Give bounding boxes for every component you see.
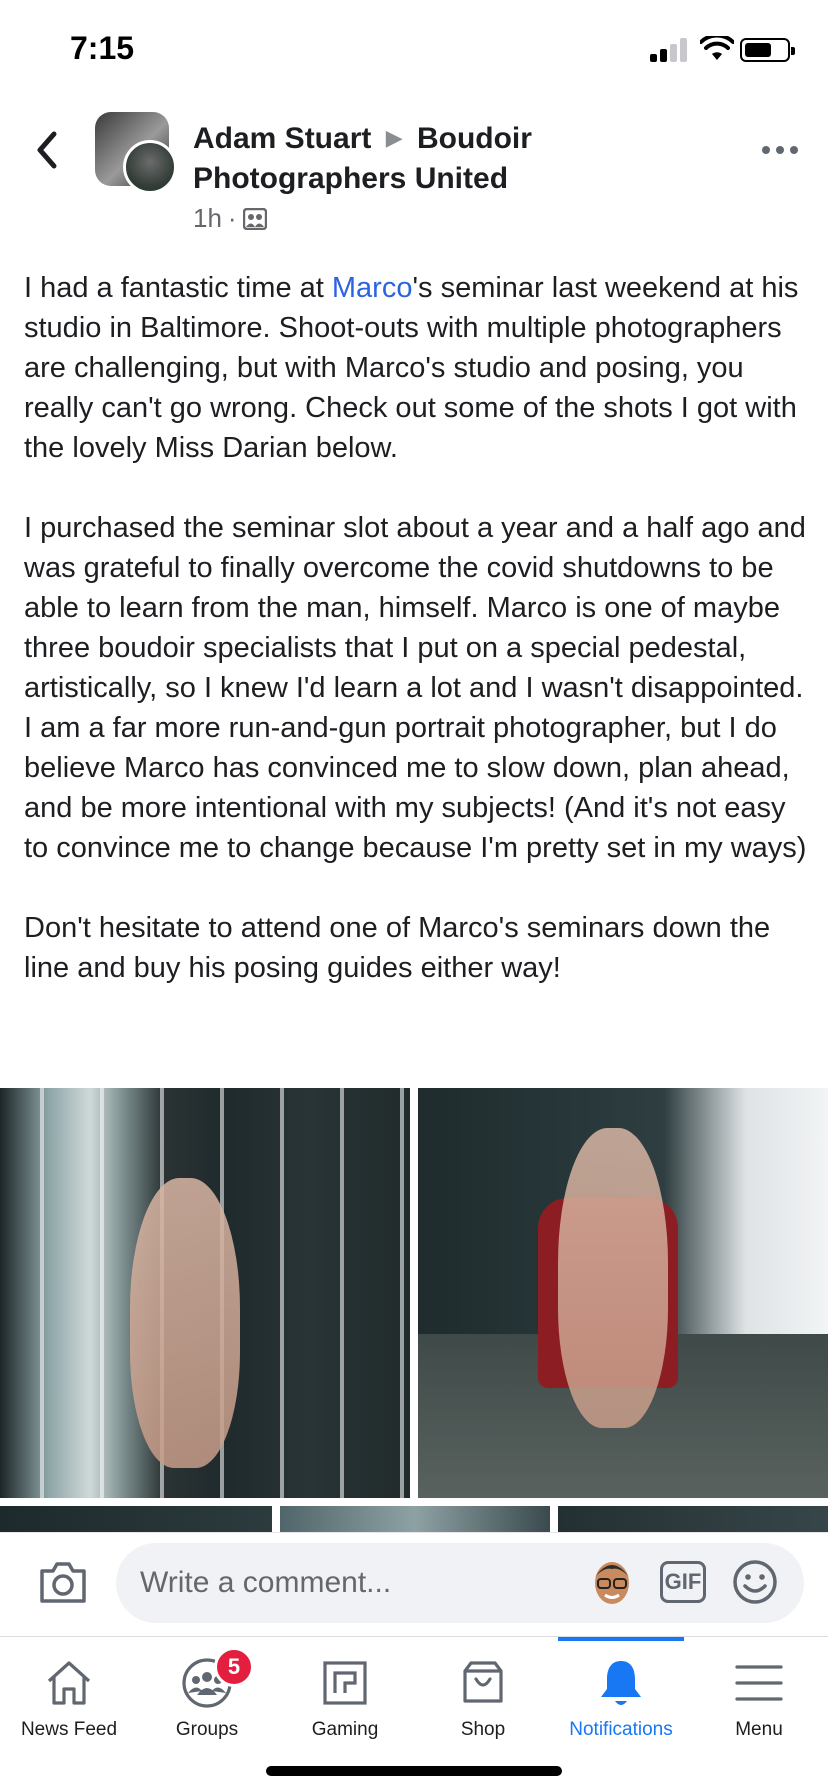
nav-menu[interactable]: Menu xyxy=(690,1637,828,1757)
post-header-names: Adam Stuart ▶ Boudoir Photographers Unit… xyxy=(193,118,593,199)
battery-icon xyxy=(740,38,795,62)
author-avatar[interactable] xyxy=(123,140,177,194)
nav-label: Notifications xyxy=(569,1719,673,1740)
shop-icon xyxy=(463,1661,503,1703)
more-options-icon[interactable] xyxy=(760,140,800,160)
menu-icon xyxy=(735,1665,783,1701)
nav-groups[interactable]: 5 Groups xyxy=(138,1637,276,1757)
post-photo[interactable] xyxy=(418,1088,828,1498)
nav-notifications[interactable]: Notifications xyxy=(552,1637,690,1757)
mention-link[interactable]: Marco xyxy=(332,272,413,304)
post-photo[interactable] xyxy=(0,1088,410,1498)
back-arrow-icon[interactable] xyxy=(30,130,66,170)
post-paragraph: Don't hesitate to attend one of Marco's … xyxy=(24,912,771,984)
nav-gaming[interactable]: Gaming xyxy=(276,1637,414,1757)
cellular-signal-icon xyxy=(650,38,690,62)
author-name[interactable]: Adam Stuart xyxy=(193,122,371,155)
home-icon xyxy=(47,1661,91,1705)
status-bar: 7:15 xyxy=(0,0,828,100)
post-paragraph: I had a fantastic time at Marco's semina… xyxy=(24,272,799,464)
triangle-right-icon: ▶ xyxy=(385,125,403,150)
nav-label: News Feed xyxy=(20,1719,118,1740)
post-photo[interactable] xyxy=(558,1506,828,1532)
nav-shop[interactable]: Shop xyxy=(414,1637,552,1757)
post-paragraph: I purchased the seminar slot about a yea… xyxy=(24,512,807,864)
post-photo[interactable] xyxy=(0,1506,272,1532)
post-meta: 1h · xyxy=(193,203,267,234)
nav-news-feed[interactable]: News Feed xyxy=(0,1637,138,1757)
avatar-sticker-icon[interactable] xyxy=(590,1557,634,1609)
nav-label: Gaming xyxy=(311,1719,379,1740)
wifi-icon xyxy=(700,36,734,60)
gif-button[interactable]: GIF xyxy=(660,1561,706,1603)
post-photo[interactable] xyxy=(280,1506,550,1532)
nav-label: Menu xyxy=(735,1719,783,1740)
camera-icon[interactable] xyxy=(38,1559,88,1605)
gaming-icon xyxy=(323,1661,367,1705)
comment-bar: GIF xyxy=(0,1532,828,1636)
emoji-icon[interactable] xyxy=(732,1559,778,1605)
home-indicator xyxy=(266,1766,562,1776)
groups-badge: 5 xyxy=(214,1647,254,1687)
nav-label: Groups xyxy=(175,1719,239,1740)
bell-icon xyxy=(601,1661,641,1705)
group-audience-icon xyxy=(242,207,267,230)
post-body: I had a fantastic time at Marco's semina… xyxy=(24,268,814,1028)
meta-separator: · xyxy=(227,203,237,233)
status-time: 7:15 xyxy=(70,30,135,66)
post-avatars[interactable] xyxy=(95,112,177,194)
nav-label: Shop xyxy=(460,1719,506,1740)
post-timestamp[interactable]: 1h xyxy=(193,203,222,234)
